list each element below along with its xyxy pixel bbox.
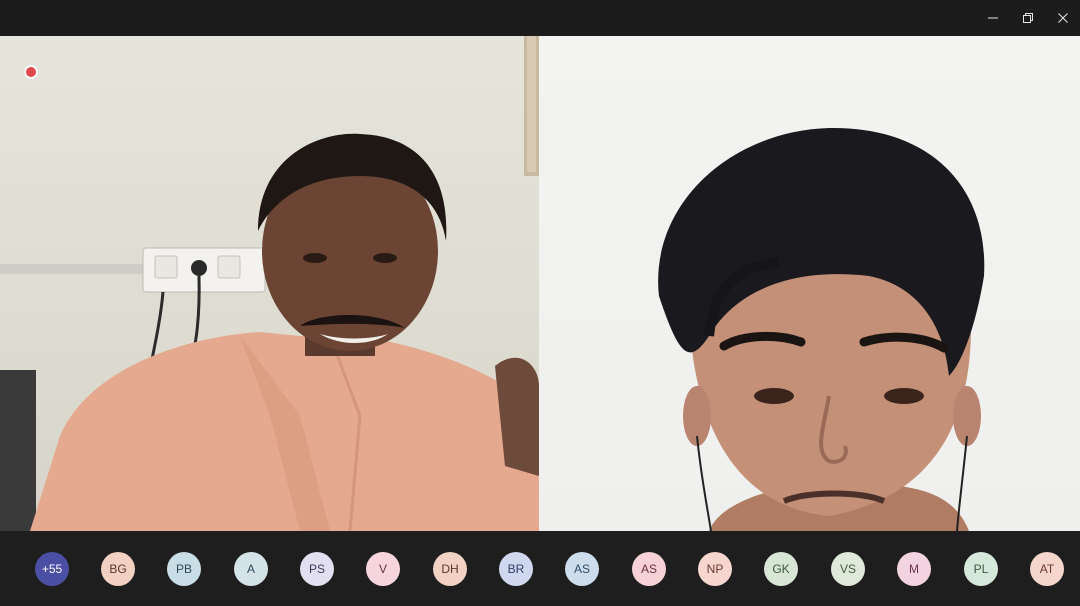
participant-avatar[interactable]: GK [764,552,798,586]
video-feed-man-in-pink-shirt [0,36,539,531]
title-bar [0,0,1080,36]
avatar-label: NP [706,562,724,576]
avatar-label: A [246,562,255,576]
avatar-label: AS [640,562,657,576]
avatar-label: AS [573,562,590,576]
avatar-label: DH [441,562,459,576]
avatar-label: AT [1039,562,1055,576]
avatar-label: BG [109,562,127,576]
participant-avatar[interactable]: AS [565,552,599,586]
avatar-label: BR [507,562,525,576]
close-button[interactable] [1045,0,1080,36]
meeting-window: +55 BG PB A PS V DH BR AS AS NP GK VS M … [0,0,1080,606]
participant-avatar[interactable]: PB [167,552,201,586]
avatar-label: M [909,562,919,576]
participant-avatar[interactable]: VS [831,552,865,586]
restore-icon [1022,13,1033,23]
video-stage [0,36,1080,531]
participant-avatar[interactable]: BR [499,552,533,586]
participant-avatar[interactable]: PL [964,552,998,586]
participant-avatar[interactable]: BG [101,552,135,586]
avatar-label: VS [839,562,856,576]
participant-roster: +55 BG PB A PS V DH BR AS AS NP GK VS M … [0,531,1080,606]
close-icon [1057,13,1068,23]
video-feed-young-man [658,127,985,531]
participant-avatar[interactable]: AT [1030,552,1064,586]
participant-video-right[interactable] [539,36,1080,531]
overflow-participants-avatar[interactable]: +55 [35,552,69,586]
participant-avatar[interactable]: NP [698,552,732,586]
avatar-label: GK [772,562,790,576]
participant-avatar[interactable]: AS [632,552,666,586]
avatar-label: +55 [41,562,63,576]
avatar-label: PL [973,562,989,576]
window-controls [975,0,1080,36]
participant-avatar[interactable]: DH [433,552,467,586]
minimize-icon [987,17,998,19]
participant-avatar[interactable]: PS [300,552,334,586]
participant-avatar[interactable]: A [234,552,268,586]
participant-avatar[interactable]: M [897,552,931,586]
avatar-label: PS [308,562,325,576]
avatar-label: V [378,562,387,576]
minimize-button[interactable] [975,0,1010,36]
restore-button[interactable] [1010,0,1045,36]
participant-video-left[interactable] [0,36,539,531]
avatar-label: PB [175,562,192,576]
recording-indicator [26,67,36,77]
participant-avatar[interactable]: V [366,552,400,586]
